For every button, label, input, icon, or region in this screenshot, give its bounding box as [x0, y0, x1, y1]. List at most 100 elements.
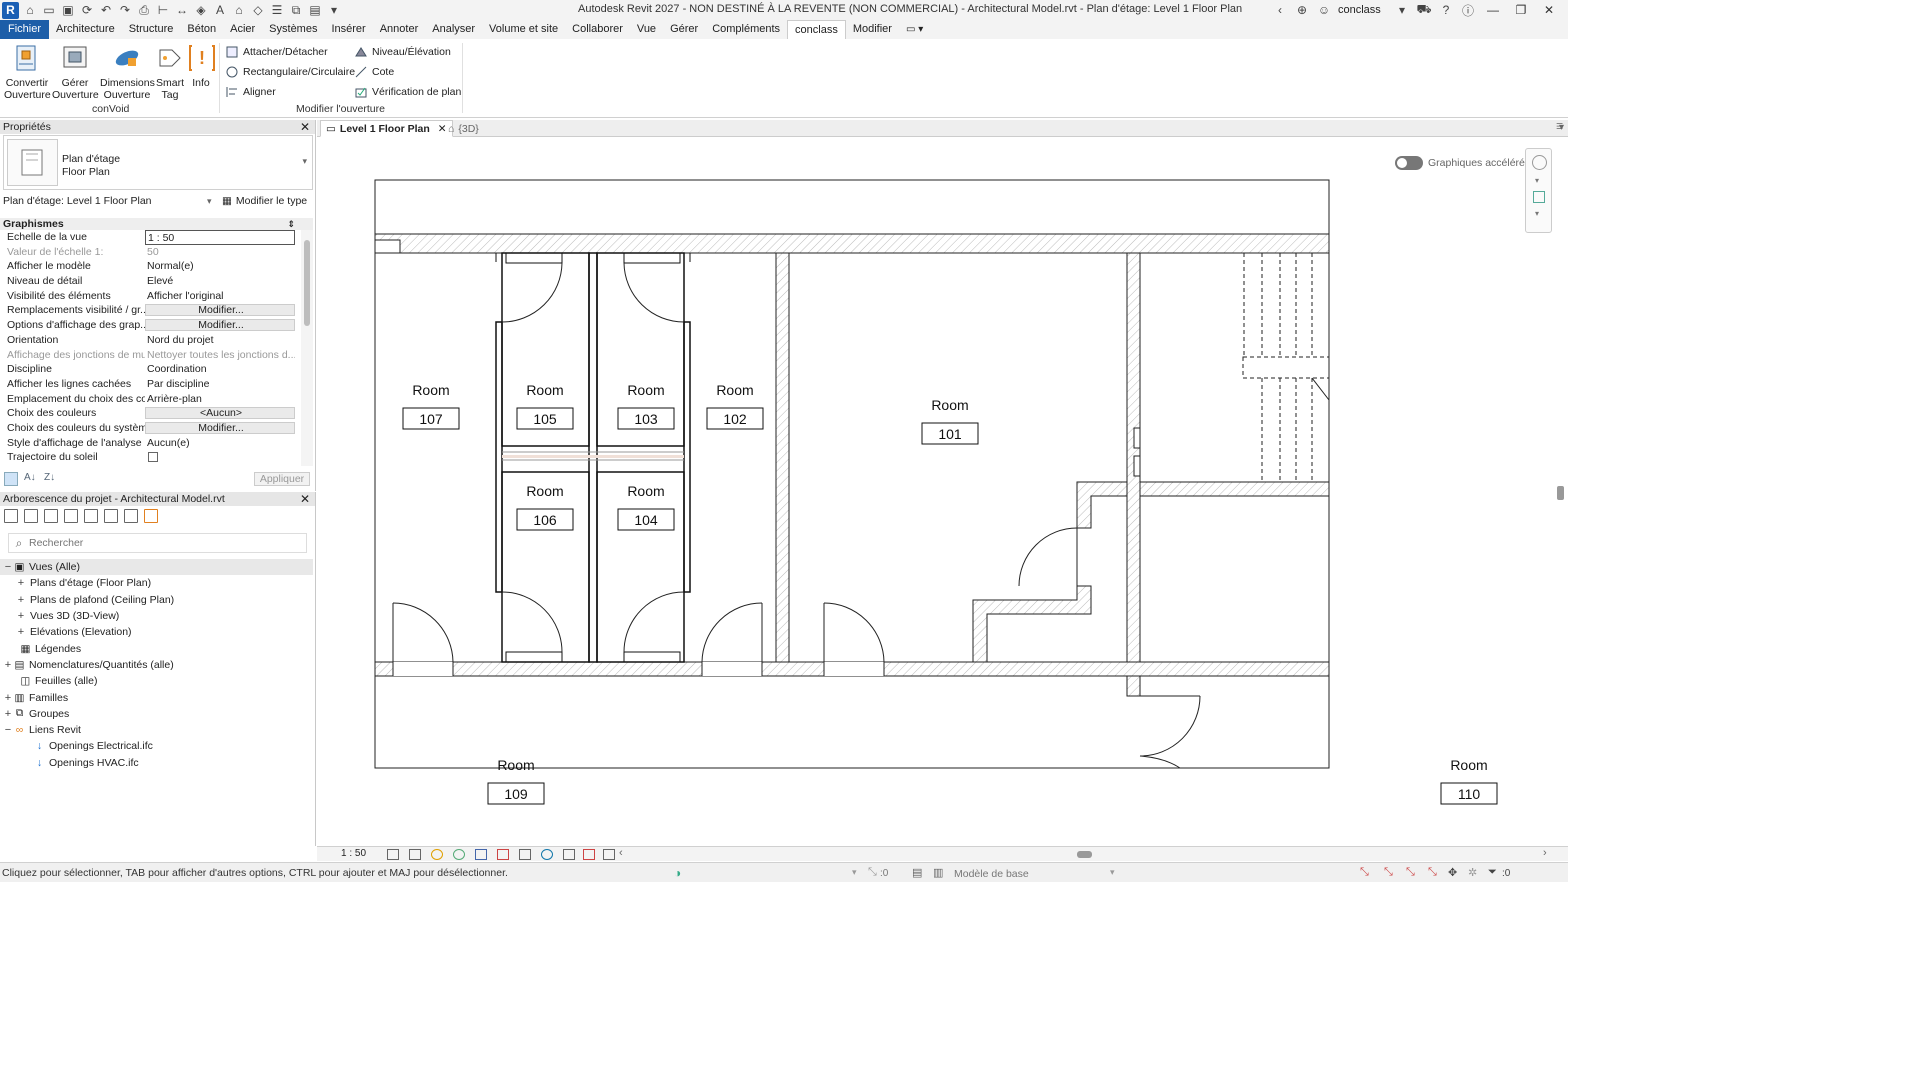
prop-value[interactable]: Aucun(e) [145, 436, 295, 451]
tree-node-schedules[interactable]: + ▤ Nomenclatures/Quantités (alle) [0, 657, 313, 673]
prop-row[interactable]: Emplacement du choix des co... Arrière-pl… [0, 392, 313, 407]
design-option-dropdown-icon[interactable]: ▾ [1110, 867, 1115, 878]
tree-node-elevations[interactable]: + Elévations (Elevation) [0, 624, 313, 640]
wall[interactable] [1126, 675, 1141, 697]
room-number[interactable]: 106 [533, 512, 557, 528]
collapse-icon[interactable]: ⇕ [287, 218, 295, 230]
family-icon[interactable] [84, 509, 98, 523]
maximize-button[interactable]: ❐ [1510, 3, 1532, 17]
shadows-icon[interactable] [453, 849, 465, 860]
tree-node-3d-views[interactable]: + Vues 3D (3D-View) [0, 608, 313, 624]
tree-node-link-hvac[interactable]: ↓ Openings HVAC.ifc [0, 755, 313, 771]
prop-row[interactable]: Choix des couleurs <Aucun> [0, 406, 313, 421]
zoom-icon[interactable] [1533, 191, 1545, 203]
user-icon[interactable]: ☺ [1316, 2, 1332, 18]
modify-button[interactable]: Modifier... [145, 319, 295, 332]
tab-concrete[interactable]: Béton [180, 20, 223, 39]
select-by-face-icon[interactable]: ⤡ [1428, 866, 1437, 879]
stair[interactable] [1242, 253, 1330, 482]
prop-value[interactable]: Coordination [145, 362, 295, 377]
tab-conclass[interactable]: conclass [787, 20, 846, 39]
editable-only-icon[interactable]: ▥ [933, 866, 943, 879]
analytical-model-icon[interactable] [603, 849, 615, 860]
workset-dropdown-icon[interactable]: ▾ [852, 867, 857, 878]
filter-icon[interactable]: ⏷ [1488, 866, 1497, 879]
tree-node-ceiling-plans[interactable]: + Plans de plafond (Ceiling Plan) [0, 592, 313, 608]
group-icon[interactable] [124, 509, 138, 523]
tab-massing-site[interactable]: Volume et site [482, 20, 565, 39]
tree-node-legends[interactable]: ▦ Légendes [0, 640, 313, 656]
tree-node-families[interactable]: + ▥ Familles [0, 689, 313, 705]
wall[interactable] [775, 252, 790, 663]
tab-annotate[interactable]: Annoter [373, 20, 426, 39]
open-icon[interactable]: ▭ [41, 2, 57, 18]
worksharing-icon[interactable]: ◑ [674, 866, 681, 880]
dimension-tool-icon[interactable]: ↔ [174, 2, 190, 18]
view-scale[interactable]: 1 : 50 [341, 848, 366, 859]
smart-tag-button[interactable]: Smart Tag [155, 43, 185, 101]
toilet-partitions[interactable] [495, 252, 691, 663]
expand-icon[interactable]: + [3, 659, 13, 671]
categorize-icon[interactable] [4, 472, 18, 486]
expand-icon[interactable]: + [16, 577, 26, 589]
prop-value[interactable]: Afficher l'original [145, 289, 295, 304]
design-options-icon[interactable]: ▤ [912, 866, 922, 879]
tree-node-sheets[interactable]: ◫ Feuilles (alle) [0, 673, 313, 689]
instance-dropdown-icon[interactable]: ▾ [207, 196, 212, 207]
visual-style-icon[interactable] [409, 849, 421, 860]
crop-view-icon[interactable] [475, 849, 487, 860]
room-name[interactable]: Room [716, 382, 753, 398]
home-icon[interactable]: ⌂ [22, 2, 38, 18]
measure-icon[interactable]: ⊢ [155, 2, 171, 18]
room-number[interactable]: 104 [634, 512, 658, 528]
select-links-icon[interactable]: ⤡ [1360, 866, 1369, 879]
scroll-thumb[interactable] [1557, 486, 1564, 500]
tab-systems[interactable]: Systèmes [262, 20, 324, 39]
sort-az-icon[interactable]: A↓ [24, 472, 36, 483]
room-name[interactable]: Room [931, 397, 968, 413]
3d-view-icon[interactable]: ⌂ [231, 2, 247, 18]
info-center-icon[interactable]: ⓘ [1460, 2, 1476, 18]
toggle-switch[interactable] [1395, 156, 1423, 170]
expand-icon[interactable]: + [16, 610, 26, 622]
room-name[interactable]: Room [497, 757, 534, 773]
modify-button[interactable]: Modifier... [145, 421, 295, 434]
redo-icon[interactable]: ↷ [117, 2, 133, 18]
select-underlay-icon[interactable]: ⤡ [1384, 866, 1393, 879]
expand-icon[interactable]: − [3, 724, 13, 736]
prop-row[interactable]: Orientation Nord du projet [0, 333, 313, 348]
print-icon[interactable]: ⎙ [136, 2, 152, 18]
prop-row[interactable]: Afficher les lignes cachées Par disciplin… [0, 377, 313, 392]
tab-manage[interactable]: Gérer [663, 20, 705, 39]
type-selector[interactable]: Plan d'étage Floor Plan ▾ [3, 135, 313, 190]
tab-addins[interactable]: Compléments [705, 20, 787, 39]
detail-level-icon[interactable] [387, 849, 399, 860]
sheet-icon[interactable] [104, 509, 118, 523]
room-number[interactable]: 103 [634, 411, 658, 427]
schedule-icon[interactable] [64, 509, 78, 523]
tab-analyze[interactable]: Analyser [425, 20, 482, 39]
tab-collaborate[interactable]: Collaborer [565, 20, 630, 39]
scroll-thumb[interactable] [304, 240, 310, 326]
chevron-left-icon[interactable]: ‹ [1272, 2, 1288, 18]
room-number[interactable]: 101 [938, 426, 962, 442]
user-name[interactable]: conclass [1338, 4, 1388, 16]
zoom-dropdown-icon[interactable]: ▾ [1535, 209, 1539, 218]
ribbon-options-icon[interactable]: ▭ ▾ [899, 20, 930, 39]
wall[interactable] [1139, 481, 1330, 497]
room-name[interactable]: Room [1450, 757, 1487, 773]
prop-value[interactable]: Nord du projet [145, 333, 295, 348]
drag-elements-icon[interactable]: ✥ [1448, 866, 1457, 879]
link-icon[interactable] [144, 509, 158, 523]
cart-icon[interactable]: ⛟ [1416, 2, 1432, 18]
reveal-hidden-icon[interactable] [563, 849, 575, 860]
horizontal-scroll-thumb[interactable] [1077, 851, 1092, 858]
drawing-canvas[interactable]: Room 107 Room 105 Room 103 Room 102 Room 101 Room 1… [317, 138, 1553, 846]
tab-file[interactable]: Fichier [0, 20, 50, 39]
vertical-scrollbar[interactable]: ☰ [1553, 122, 1568, 846]
room-name[interactable]: Room [412, 382, 449, 398]
room-number[interactable]: 110 [1458, 786, 1481, 802]
scroll-left-icon[interactable]: ‹ [619, 847, 623, 859]
section-icon[interactable]: ◇ [250, 2, 266, 18]
minimize-button[interactable]: — [1482, 3, 1504, 17]
